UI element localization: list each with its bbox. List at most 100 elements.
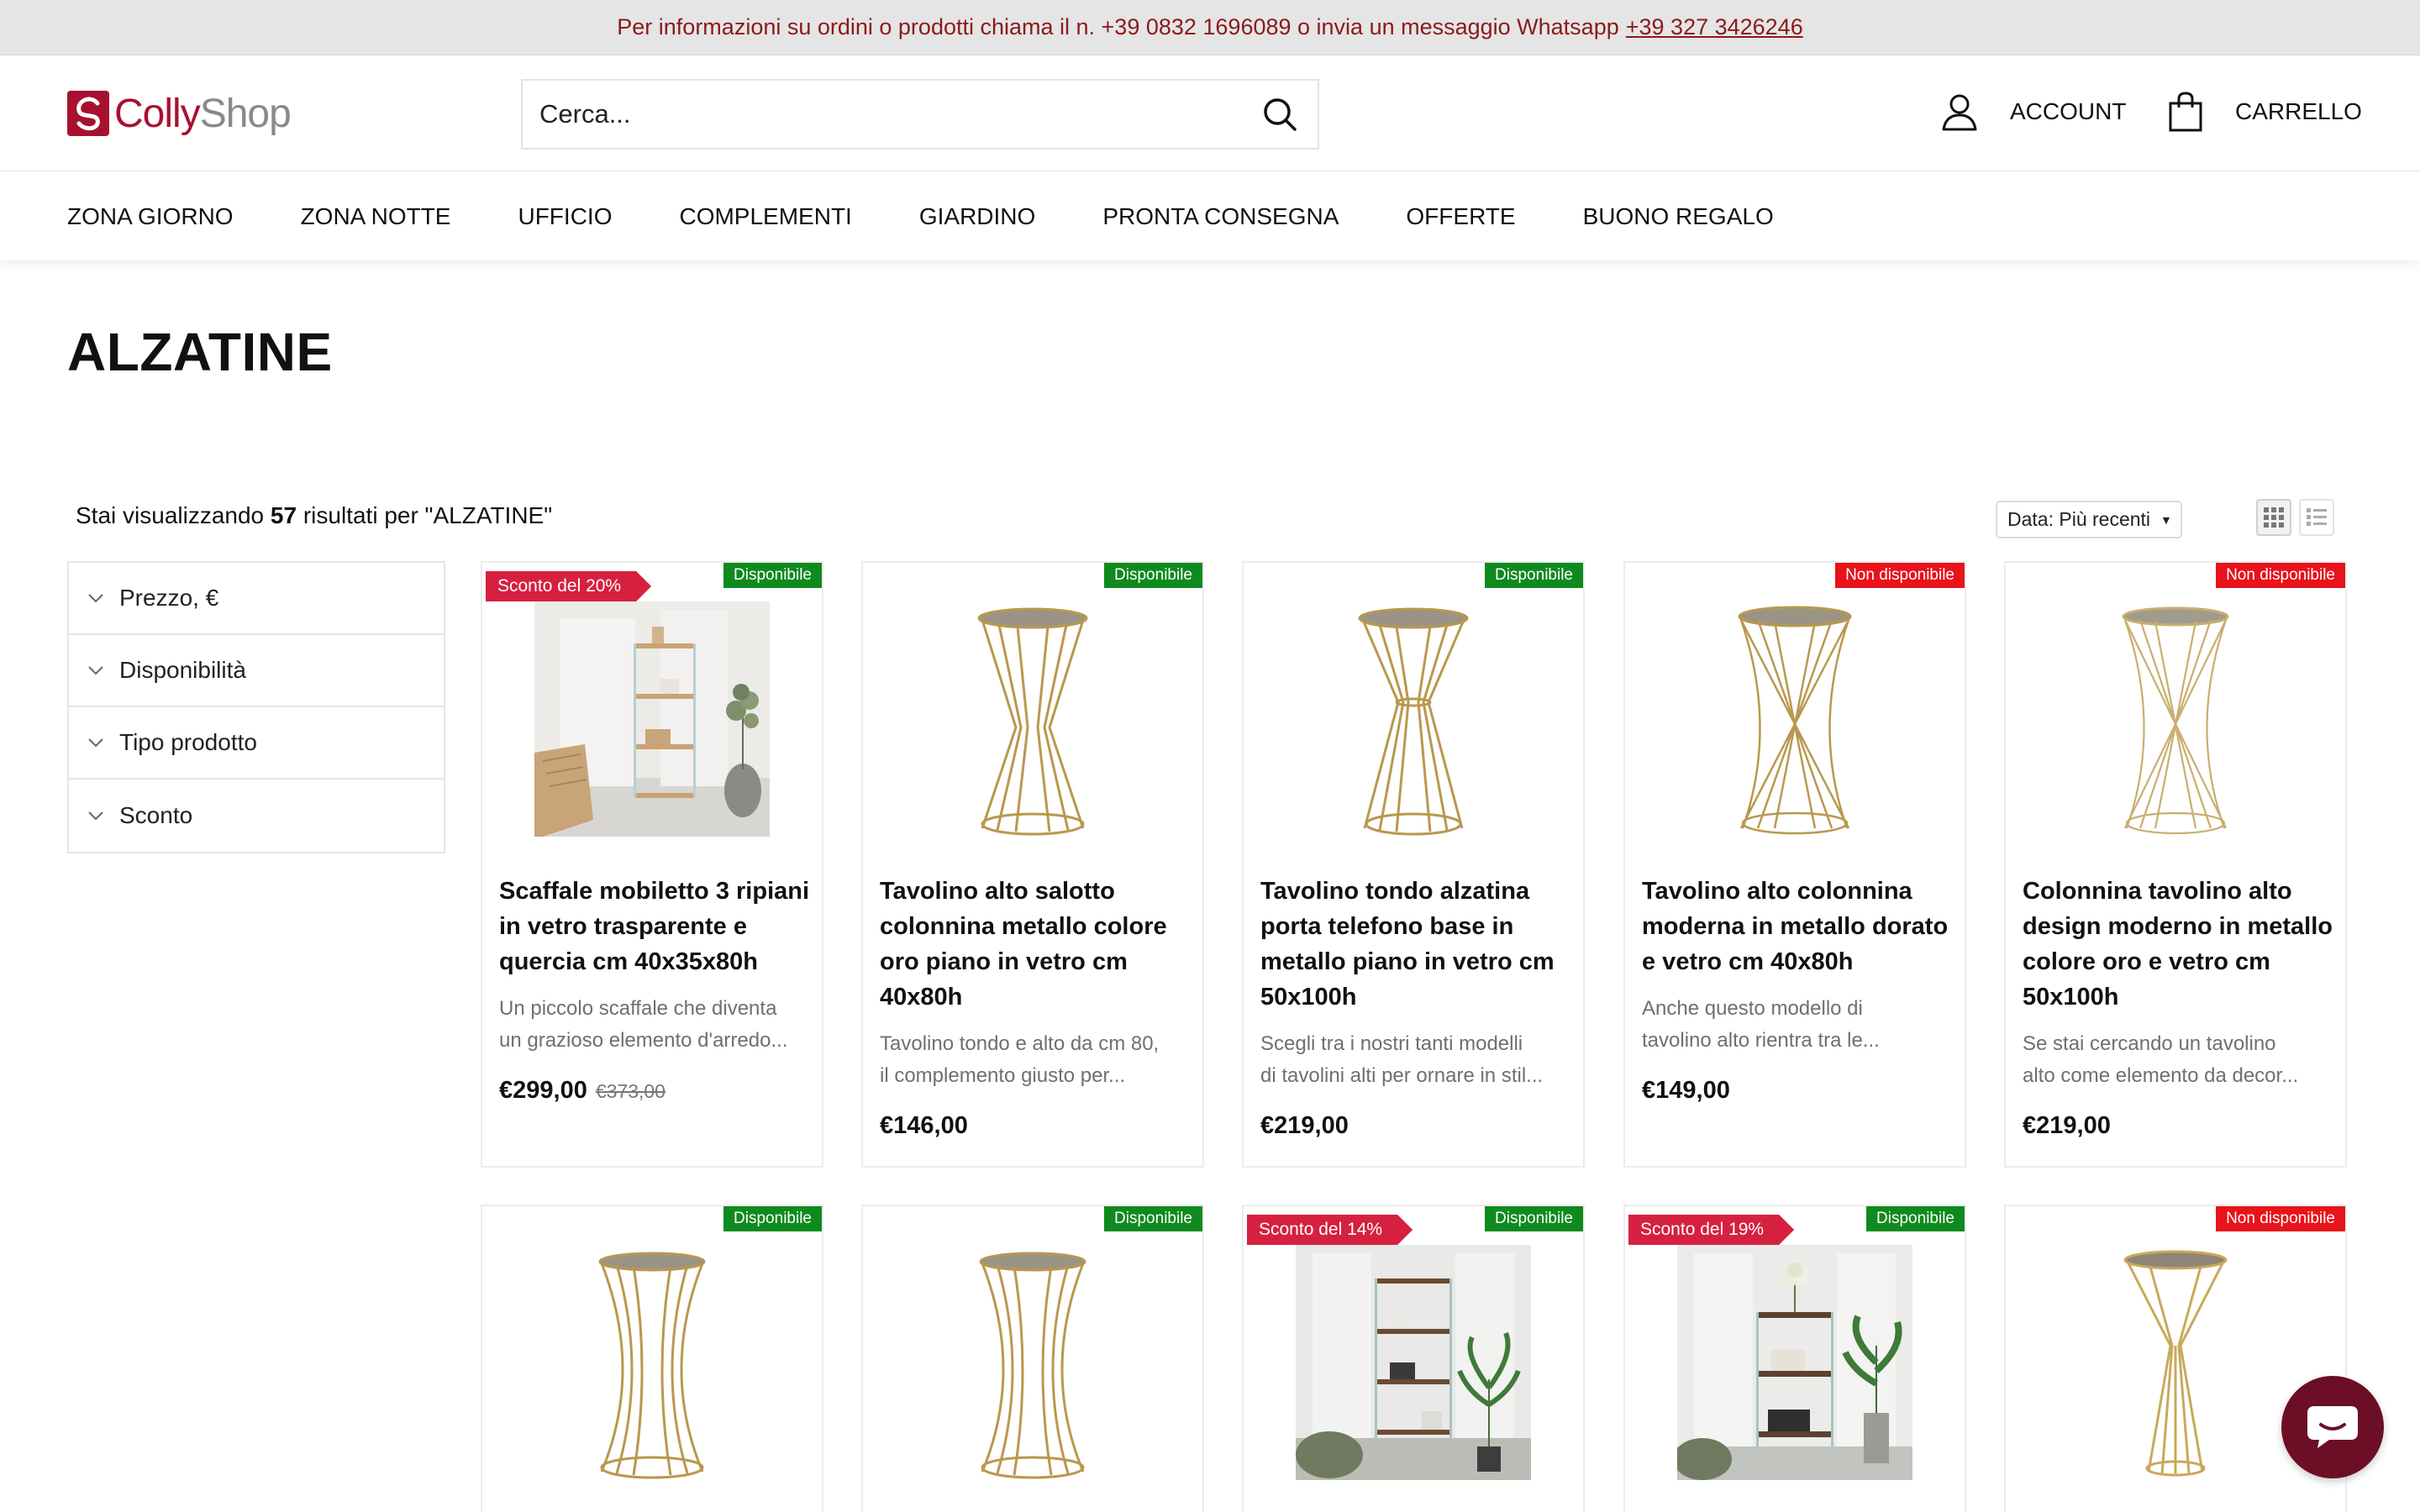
filter-label: Sconto — [119, 802, 193, 828]
product-image — [863, 1206, 1202, 1512]
product-description-line: Se stai cercando un tavolino — [2023, 1032, 2276, 1055]
search-bar — [521, 79, 1319, 150]
product-card[interactable]: Disponibile Tavolino alto salotto colonn… — [861, 561, 1204, 1168]
current-price: €149,00 — [1642, 1077, 1730, 1104]
product-image — [863, 563, 1202, 875]
product-description-line: Un piccolo scaffale che diventa — [499, 997, 777, 1020]
product-card[interactable]: Disponibile Sconto del 19% — [1623, 1205, 1966, 1512]
chevron-down-icon — [87, 665, 104, 675]
cart-label: CARRELLO — [2235, 98, 2362, 124]
filters-panel: Prezzo, € Disponibilità Tipo prodotto Sc… — [67, 561, 445, 853]
gold-table-photo — [979, 1252, 1086, 1479]
current-price: €299,00 — [499, 1077, 587, 1104]
grid-icon — [2264, 507, 2284, 528]
search-icon — [1264, 98, 1297, 131]
product-image — [482, 563, 822, 875]
product-card[interactable]: Disponibile Sconto del 14% — [1242, 1205, 1585, 1512]
product-title[interactable]: Tavolino alto colonnina moderna in metal… — [1642, 874, 1953, 979]
discount-badge: Sconto del 19% — [1628, 1215, 1794, 1245]
product-title[interactable]: Colonnina tavolino alto design moderno i… — [2023, 874, 2333, 1015]
filter-prezzo[interactable]: Prezzo, € — [69, 563, 444, 635]
nav-pronta-consegna[interactable]: PRONTA CONSEGNA — [1102, 203, 1339, 230]
results-suffix: risultati per "ALZATINE" — [302, 502, 553, 528]
whatsapp-link[interactable]: +39 327 3426246 — [1626, 14, 1803, 40]
logo-mark-icon — [67, 91, 109, 136]
stock-badge: Disponibile — [1485, 1206, 1583, 1231]
cart-link[interactable]: CARRELLO — [2168, 91, 2362, 133]
gold-lattice-table-photo — [2122, 606, 2229, 835]
account-label: ACCOUNT — [2010, 98, 2127, 124]
nav-zona-notte[interactable]: ZONA NOTTE — [301, 203, 451, 230]
product-image — [1625, 563, 1965, 875]
current-price: €146,00 — [880, 1112, 968, 1139]
gold-table-photo — [1358, 607, 1469, 836]
results-summary: Stai visualizzando 57 risultati per "ALZ… — [76, 502, 552, 529]
product-title[interactable]: Scaffale mobiletto 3 ripiani in vetro tr… — [499, 874, 810, 979]
search-input[interactable] — [523, 81, 1242, 148]
product-image — [1244, 563, 1583, 875]
filter-disponibilita[interactable]: Disponibilità — [69, 635, 444, 707]
product-description: Scegli tra i nostri tanti modelli di tav… — [1260, 1028, 1576, 1092]
product-title[interactable]: Tavolino tondo alzatina porta telefono b… — [1260, 874, 1571, 1015]
product-description-line: alto come elemento da decor... — [2023, 1064, 2299, 1087]
product-description: Se stai cercando un tavolino alto come e… — [2023, 1028, 2338, 1092]
product-price: €219,00 — [1260, 1112, 1349, 1140]
stock-badge: Non disponibile — [1835, 563, 1965, 588]
stock-badge: Disponibile — [1866, 1206, 1965, 1231]
product-card[interactable]: Non disponibile — [2004, 1205, 2347, 1512]
gold-table-photo — [598, 1252, 706, 1479]
product-description-line: Scegli tra i nostri tanti modelli — [1260, 1032, 1523, 1055]
nav-buono-regalo[interactable]: BUONO REGALO — [1583, 203, 1774, 230]
logo-text-shop: Shop — [199, 91, 292, 136]
filter-tipo-prodotto[interactable]: Tipo prodotto — [69, 707, 444, 780]
discount-badge: Sconto del 14% — [1247, 1215, 1413, 1245]
shelf-photo — [1296, 1245, 1531, 1480]
grid-view-button[interactable] — [2256, 499, 2291, 536]
product-image — [1625, 1206, 1965, 1512]
stock-badge: Disponibile — [1104, 1206, 1202, 1231]
nav-offerte[interactable]: OFFERTE — [1406, 203, 1515, 230]
chevron-down-icon — [87, 738, 104, 748]
product-card[interactable]: Non disponibile Colonnina tavolino alto … — [2004, 561, 2347, 1168]
chat-button[interactable] — [2281, 1376, 2384, 1478]
product-description: Anche questo modello di tavolino alto ri… — [1642, 993, 1957, 1057]
list-view-button[interactable] — [2299, 499, 2334, 536]
product-image — [482, 1206, 822, 1512]
sort-select[interactable]: Data: Più recenti ▼ — [1996, 501, 2182, 538]
product-description-line: Anche questo modello di — [1642, 997, 1863, 1020]
nav-giardino[interactable]: GIARDINO — [919, 203, 1035, 230]
account-link[interactable]: ACCOUNT — [1941, 91, 2126, 133]
product-title[interactable]: Tavolino alto salotto colonnina metallo … — [880, 874, 1191, 1015]
product-description-line: di tavolini alti per ornare in stil... — [1260, 1064, 1544, 1087]
product-price: €299,00 €373,00 — [499, 1077, 666, 1105]
product-card[interactable]: Disponibile — [861, 1205, 1204, 1512]
nav-ufficio[interactable]: UFFICIO — [518, 203, 612, 230]
logo-text: CollyShop — [114, 91, 292, 137]
shelf-photo — [534, 601, 770, 837]
product-price: €146,00 — [880, 1112, 968, 1140]
site-header: CollyShop ACCOUNT CARRELLO — [0, 55, 2420, 171]
nav-complementi[interactable]: COMPLEMENTI — [679, 203, 851, 230]
product-card[interactable]: Non disponibile Tavolino alto colonnina … — [1623, 561, 1966, 1168]
product-price: €219,00 — [2023, 1112, 2111, 1140]
logo-text-colly: Colly — [114, 91, 201, 136]
search-button[interactable] — [1242, 81, 1318, 148]
chevron-down-icon — [87, 811, 104, 821]
filter-sconto[interactable]: Sconto — [69, 780, 444, 852]
product-image — [2006, 1206, 2345, 1512]
list-icon — [2307, 508, 2327, 526]
product-card[interactable]: Disponibile — [481, 1205, 823, 1512]
announcement-text: Per informazioni su ordini o prodotti ch… — [617, 14, 1619, 39]
filter-label: Disponibilità — [119, 657, 246, 683]
nav-zona-giorno[interactable]: ZONA GIORNO — [67, 203, 234, 230]
stock-badge: Disponibile — [1104, 563, 1202, 588]
product-image — [2006, 563, 2345, 875]
logo[interactable]: CollyShop — [67, 89, 292, 138]
product-price: €149,00 — [1642, 1077, 1730, 1105]
product-card[interactable]: Disponibile Tavolino tondo alzatina port… — [1242, 561, 1585, 1168]
current-price: €219,00 — [1260, 1112, 1349, 1139]
announcement-bar: Per informazioni su ordini o prodotti ch… — [0, 0, 2420, 55]
product-card[interactable]: Disponibile Sconto del 20% Scaffale mobi… — [481, 561, 823, 1168]
results-count: 57 — [270, 502, 297, 528]
chat-bubble-icon — [2307, 1406, 2358, 1448]
